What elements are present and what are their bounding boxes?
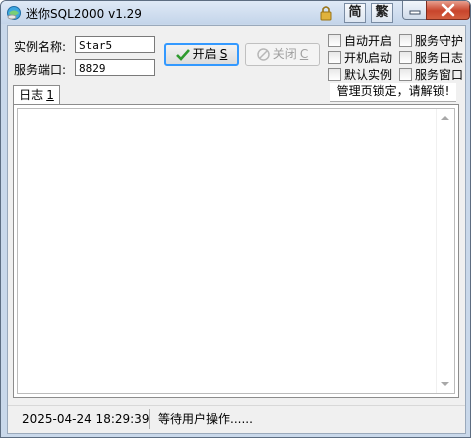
start-button-label: 开启: [192, 47, 217, 61]
tab-log-hotkey: 1: [46, 88, 54, 102]
stop-icon: [257, 48, 270, 61]
service-window-checkbox-box[interactable]: [399, 68, 412, 81]
minimize-icon: [409, 10, 421, 15]
service-port-label: 服务端口:: [14, 63, 67, 77]
auto-start-checkbox-label: 自动开启: [344, 34, 393, 48]
service-log-checkbox[interactable]: 服务日志: [399, 49, 463, 66]
start-button-hotkey: S: [219, 47, 228, 61]
simplified-chinese-button[interactable]: 简: [344, 3, 366, 23]
tab-log-label: 日志: [19, 88, 44, 102]
log-scrollbar[interactable]: [436, 109, 454, 393]
status-bar: 2025-04-24 18:29:39 等待用户操作......: [8, 405, 465, 433]
status-message: 等待用户操作......: [158, 412, 253, 426]
window-title: 迷你SQL2000 v1.29: [26, 7, 142, 21]
auto-start-checkbox[interactable]: 自动开启: [328, 32, 392, 49]
instance-name-input[interactable]: Star5: [75, 36, 155, 53]
lock-icon[interactable]: [317, 4, 335, 22]
tab-log[interactable]: 日志 1: [13, 85, 60, 105]
close-button[interactable]: [426, 1, 470, 20]
service-window-checkbox[interactable]: 服务窗口: [399, 66, 463, 83]
boot-start-checkbox-box[interactable]: [328, 51, 341, 64]
default-instance-checkbox[interactable]: 默认实例: [328, 66, 392, 83]
auto-start-checkbox-box[interactable]: [328, 34, 341, 47]
scroll-up-arrow-icon[interactable]: [441, 116, 449, 120]
client-area: 实例名称: Star5 服务端口: 8829 开启 S 关闭 C 自动开启 开机启动…: [7, 25, 466, 434]
service-guard-checkbox-label: 服务守护: [415, 34, 464, 48]
start-button[interactable]: 开启 S: [164, 43, 239, 66]
status-datetime: 2025-04-24 18:29:39: [22, 412, 150, 426]
stop-button-hotkey: C: [299, 47, 309, 61]
service-guard-checkbox-box[interactable]: [399, 34, 412, 47]
default-instance-checkbox-label: 默认实例: [344, 68, 393, 82]
instance-name-label: 实例名称:: [14, 40, 67, 54]
boot-start-checkbox-label: 开机启动: [344, 51, 393, 65]
boot-start-checkbox[interactable]: 开机启动: [328, 49, 392, 66]
traditional-chinese-button[interactable]: 繁: [371, 3, 393, 23]
default-instance-checkbox-box[interactable]: [328, 68, 341, 81]
service-port-input[interactable]: 8829: [75, 59, 155, 76]
log-tab-panel: [13, 104, 459, 398]
close-icon: [441, 3, 455, 17]
app-window: 迷你SQL2000 v1.29 简 繁 实例名称: Star5 服务端口: 88…: [0, 0, 471, 438]
stop-button-label: 关闭: [272, 47, 297, 61]
minimize-button[interactable]: [402, 1, 428, 20]
status-divider: [149, 409, 150, 429]
log-textarea[interactable]: [17, 108, 455, 394]
scroll-down-arrow-icon[interactable]: [441, 382, 449, 386]
service-guard-checkbox[interactable]: 服务守护: [399, 32, 463, 49]
service-log-checkbox-box[interactable]: [399, 51, 412, 64]
lock-status-message[interactable]: 管理页锁定，请解锁!: [330, 83, 456, 102]
stop-button[interactable]: 关闭 C: [245, 43, 320, 66]
service-window-checkbox-label: 服务窗口: [415, 68, 464, 82]
app-globe-icon: [7, 6, 21, 20]
checkmark-icon: [175, 48, 190, 61]
service-log-checkbox-label: 服务日志: [415, 51, 464, 65]
title-bar[interactable]: 迷你SQL2000 v1.29 简 繁: [1, 1, 470, 24]
